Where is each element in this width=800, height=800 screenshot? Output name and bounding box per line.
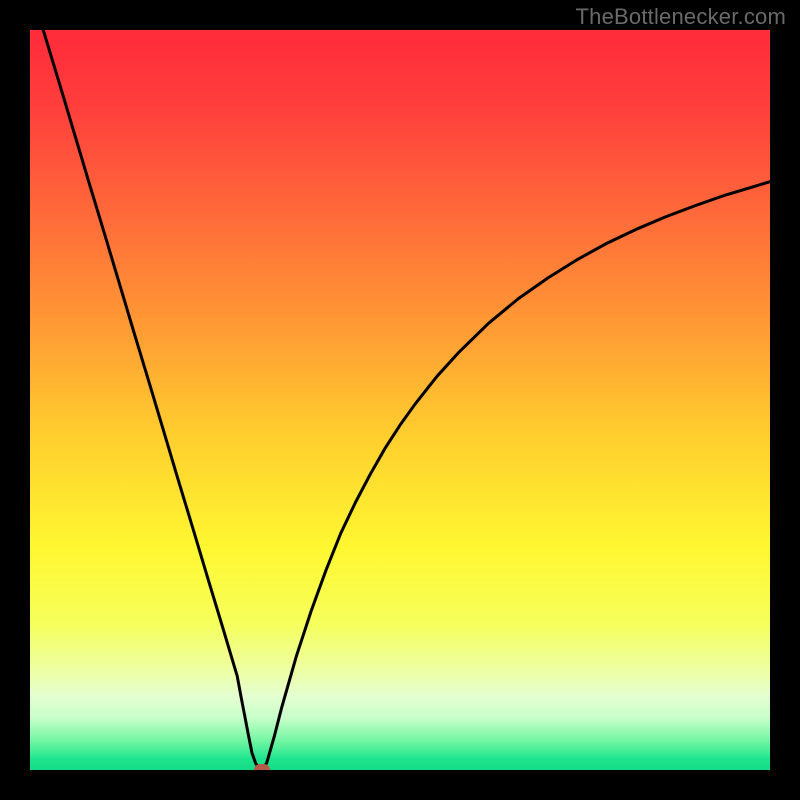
- gradient-background: [30, 30, 770, 770]
- plot-area: [30, 30, 770, 770]
- chart-frame: TheBottlenecker.com: [0, 0, 800, 800]
- gradient-chart: [30, 30, 770, 770]
- optimal-point-marker: [254, 764, 270, 770]
- watermark-text: TheBottlenecker.com: [576, 4, 786, 30]
